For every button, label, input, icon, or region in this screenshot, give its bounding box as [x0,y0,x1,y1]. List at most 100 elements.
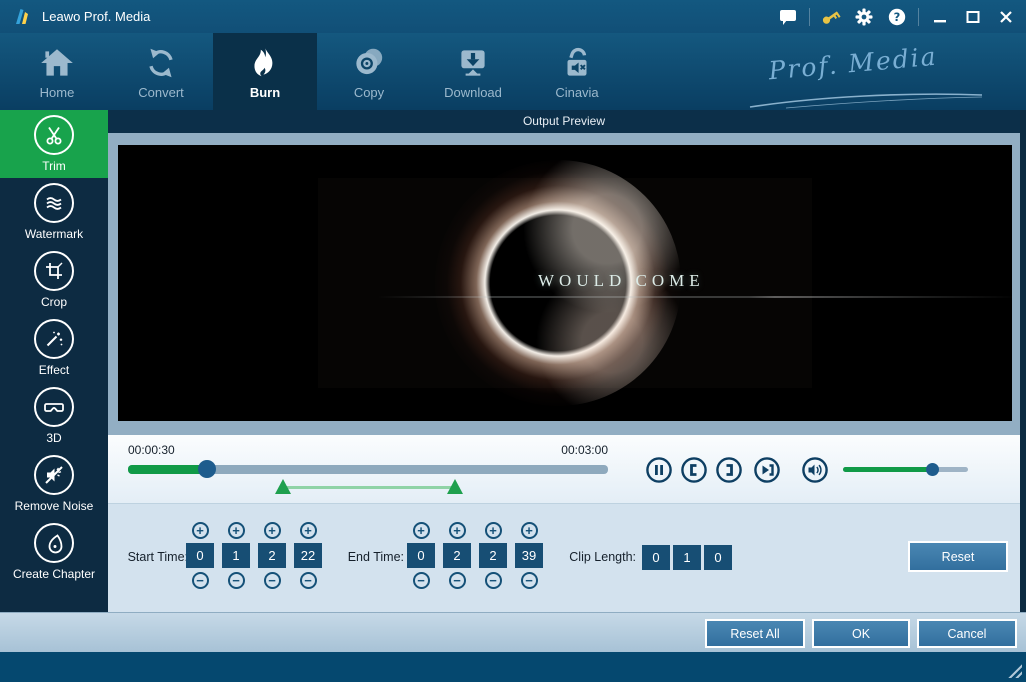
volume-button[interactable] [801,456,829,484]
tab-home[interactable]: Home [5,33,109,110]
feedback-bubble-icon[interactable] [776,6,800,28]
decrement-button[interactable]: − [449,572,466,589]
sidebar-item-trim[interactable]: Trim [0,110,108,178]
volume-thumb[interactable] [926,463,939,476]
cinavia-lock-icon [558,44,596,82]
convert-icon [142,44,180,82]
sidebar-item-3d[interactable]: 3D [0,382,108,450]
cancel-button[interactable]: Cancel [917,619,1017,648]
ok-button[interactable]: OK [812,619,910,648]
tab-label: Copy [354,85,384,100]
register-key-icon[interactable] [819,6,843,28]
end-time-digit-group: + 2 − [479,522,507,589]
volume-level [843,467,932,472]
reset-button[interactable]: Reset [908,541,1008,572]
start-time-value[interactable]: 0 [186,543,214,568]
increment-button[interactable]: + [192,522,209,539]
help-icon[interactable]: ? [885,6,909,28]
tab-convert[interactable]: Convert [109,33,213,110]
tab-download[interactable]: Download [421,33,525,110]
trim-start-handle[interactable] [275,479,291,494]
trim-settings-panel: Start Time: + 0 − + 1 − + 2 − + 22 − End [108,503,1020,612]
mute-speaker-icon [34,455,74,495]
tab-cinavia[interactable]: Cinavia [525,33,629,110]
app-window: Leawo Prof. Media ? [0,0,1026,682]
titlebar-separator [809,8,810,26]
main-area: Output Preview WOULD COME 00:00:30 00:03… [108,110,1020,612]
tool-sidebar: Trim Watermark Crop Effect 3D [0,110,108,612]
end-time-digit-group: + 0 − [407,522,435,589]
waves-icon [34,183,74,223]
start-time-label: Start Time: [118,550,188,564]
end-time-digit-group: + 39 − [515,522,543,589]
sidebar-item-watermark[interactable]: Watermark [0,178,108,246]
magic-wand-icon [34,319,74,359]
chapter-pen-icon [34,523,74,563]
close-icon[interactable] [994,6,1018,28]
scissors-icon [34,115,74,155]
tab-burn[interactable]: Burn [213,33,317,110]
clip-length-label: Clip Length: [558,550,636,564]
titlebar-separator [918,8,919,26]
end-time-value[interactable]: 39 [515,543,543,568]
decrement-button[interactable]: − [264,572,281,589]
start-time-digit-group: + 22 − [294,522,322,589]
seek-bar[interactable] [128,465,608,474]
resize-grip[interactable] [1006,662,1022,678]
increment-button[interactable]: + [413,522,430,539]
download-icon [454,44,492,82]
increment-button[interactable]: + [449,522,466,539]
start-time-value[interactable]: 22 [294,543,322,568]
play-clip-button[interactable] [753,456,781,484]
volume-slider[interactable] [843,467,968,472]
decrement-button[interactable]: − [485,572,502,589]
home-icon [38,44,76,82]
seek-thumb[interactable] [198,460,216,478]
end-time-digit-group: + 2 − [443,522,471,589]
window-right-border [1020,110,1026,612]
decrement-button[interactable]: − [300,572,317,589]
timeline-row: 00:00:30 00:03:00 [108,435,1020,503]
3d-glasses-icon [34,387,74,427]
set-end-button[interactable] [715,456,743,484]
clip-length-value: 0 [642,545,670,570]
sidebar-item-crop[interactable]: Crop [0,246,108,314]
start-time-value[interactable]: 1 [222,543,250,568]
sidebar-item-effect[interactable]: Effect [0,314,108,382]
decrement-button[interactable]: − [521,572,538,589]
sidebar-item-remove-noise[interactable]: Remove Noise [0,450,108,518]
end-time-value[interactable]: 2 [479,543,507,568]
increment-button[interactable]: + [264,522,281,539]
start-time-digit-group: + 2 − [258,522,286,589]
leawo-logo [13,7,33,27]
increment-button[interactable]: + [485,522,502,539]
reset-all-button[interactable]: Reset All [705,619,805,648]
tab-label: Home [40,85,75,100]
maximize-icon[interactable] [961,6,985,28]
preview-panel: WOULD COME [108,133,1020,435]
settings-gear-icon[interactable] [852,6,876,28]
trim-range-line [283,486,455,489]
start-time-value[interactable]: 2 [258,543,286,568]
trim-end-handle[interactable] [447,479,463,494]
end-time-value[interactable]: 2 [443,543,471,568]
tab-label: Convert [138,85,184,100]
tab-copy[interactable]: Copy [317,33,421,110]
decrement-button[interactable]: − [192,572,209,589]
set-start-button[interactable] [680,456,708,484]
brand-underline [746,89,986,111]
decrement-button[interactable]: − [413,572,430,589]
sidebar-item-create-chapter[interactable]: Create Chapter [0,518,108,586]
lens-flare [378,296,1012,298]
increment-button[interactable]: + [300,522,317,539]
end-time-value[interactable]: 0 [407,543,435,568]
total-time-label: 00:03:00 [548,443,608,457]
pause-button[interactable] [645,456,673,484]
minimize-icon[interactable] [928,6,952,28]
decrement-button[interactable]: − [228,572,245,589]
main-nav: Home Convert Burn Copy Download Cinavia [0,33,1026,110]
increment-button[interactable]: + [521,522,538,539]
increment-button[interactable]: + [228,522,245,539]
video-overlay-text: WOULD COME [538,271,705,291]
title-bar: Leawo Prof. Media ? [0,0,1026,33]
